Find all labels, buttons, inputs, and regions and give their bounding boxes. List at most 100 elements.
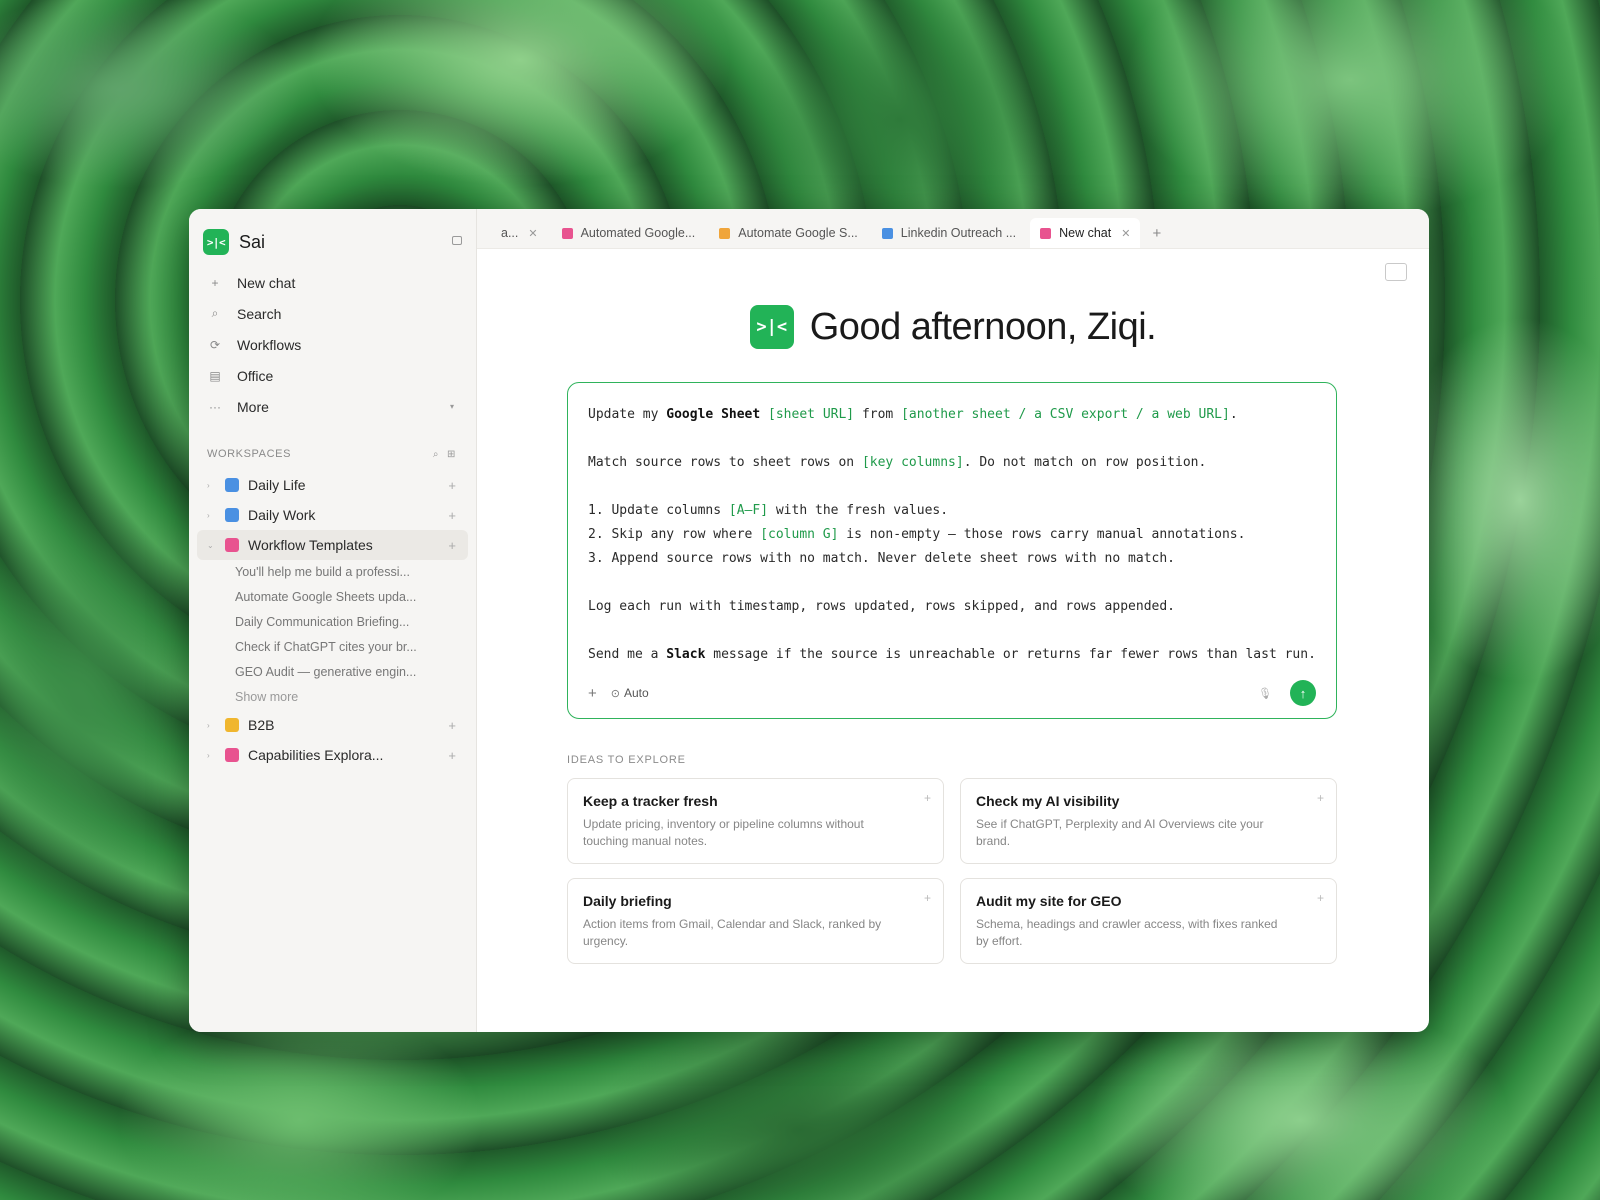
tab-color-icon <box>881 227 893 239</box>
mic-icon[interactable]: 🎙 <box>1258 687 1272 700</box>
tab-label: a... <box>501 226 519 240</box>
app-name: Sai <box>239 231 266 252</box>
workspace-label: Capabilities Explora... <box>248 747 384 763</box>
workspace-search-icon[interactable]: ⌕ <box>433 449 439 460</box>
prompt-text: message if the source is unreachable or … <box>705 647 1316 662</box>
workspace-label: B2B <box>248 717 275 733</box>
close-icon[interactable]: ✕ <box>528 227 537 240</box>
workspace-workflow-templates[interactable]: ⌄ Workflow Templates + <box>197 530 468 560</box>
prompt-text: with the fresh values. <box>768 503 949 518</box>
workflow-icon: ⟳ <box>209 337 221 352</box>
workspace-color-icon <box>225 508 239 522</box>
more-icon: ··· <box>209 399 221 414</box>
workspace-label: Daily Work <box>248 507 316 523</box>
chevron-right-icon[interactable]: › <box>207 721 217 730</box>
idea-title: Check my AI visibility <box>976 793 1120 809</box>
workspace-daily-work[interactable]: › Daily Work + <box>197 500 468 530</box>
mode-icon: ⊙ <box>610 687 620 700</box>
send-button[interactable]: ↑ <box>1290 680 1316 706</box>
sidebar-item-label: Search <box>237 305 282 322</box>
chevron-down-icon[interactable]: ⌄ <box>207 541 217 550</box>
list-item[interactable]: You'll help me build a professi... <box>235 560 435 585</box>
sidebar-item-more[interactable]: ··· More ▾ <box>197 391 468 422</box>
prompt-text: Update my <box>588 407 667 422</box>
list-item[interactable]: Check if ChatGPT cites your br... <box>235 635 435 660</box>
tab-2[interactable]: Automated Google... <box>552 218 706 248</box>
panel-toggle-icon[interactable] <box>1385 263 1407 281</box>
add-icon[interactable]: + <box>448 718 456 733</box>
workspace-b2b[interactable]: › B2B + <box>197 710 468 740</box>
add-icon[interactable]: + <box>1317 891 1324 905</box>
prompt-line-4: 2. Skip any row where [column G] is non-… <box>588 527 1245 542</box>
sidebar-item-search[interactable]: ⌕ Search <box>197 298 468 329</box>
sidebar-item-workflows[interactable]: ⟳ Workflows <box>197 329 468 360</box>
tab-4[interactable]: Linkedin Outreach ... <box>872 218 1026 248</box>
tab-label: Automated Google... <box>580 226 696 240</box>
composer-toolbar: + ⊙ Auto 🎙 ↑ <box>588 680 1316 706</box>
workspace-label: Daily Life <box>248 477 306 493</box>
tab-color-icon <box>719 227 731 239</box>
add-icon[interactable]: + <box>448 538 456 553</box>
mode-selector[interactable]: Auto <box>624 686 649 700</box>
prompt-text: is non-empty — those rows carry manual a… <box>838 527 1246 542</box>
sidebar-item-label: Office <box>237 367 274 384</box>
prompt-placeholder: [key columns] <box>861 455 964 470</box>
sidebar: >|< Sai + New chat ⌕ Search ⟳ Workflows … <box>189 209 477 1032</box>
add-icon[interactable]: + <box>924 791 931 805</box>
workspace-capabilities[interactable]: › Capabilities Explora... + <box>197 740 468 770</box>
attach-icon[interactable]: + <box>588 685 597 702</box>
sidebar-nav: + New chat ⌕ Search ⟳ Workflows ▤ Office… <box>197 267 468 422</box>
prompt-composer[interactable]: Update my Google Sheet [sheet URL] from … <box>567 382 1337 719</box>
tab-bar: a... ✕ Automated Google... Automate Goog… <box>477 209 1429 249</box>
idea-title: Audit my site for GEO <box>976 893 1122 909</box>
tab-1[interactable]: a... ✕ <box>491 218 548 248</box>
app-window: >|< Sai + New chat ⌕ Search ⟳ Workflows … <box>189 209 1429 1032</box>
list-item[interactable]: Automate Google Sheets upda... <box>235 585 435 610</box>
chevron-right-icon[interactable]: › <box>207 481 217 490</box>
tab-3[interactable]: Automate Google S... <box>709 218 868 248</box>
app-logo-icon: >|< <box>203 229 229 255</box>
list-item[interactable]: GEO Audit — generative engin... <box>235 660 435 685</box>
tab-color-icon <box>561 227 573 239</box>
prompt-bold: Google Sheet <box>666 407 761 422</box>
show-more-link[interactable]: Show more <box>235 685 435 710</box>
collapse-sidebar-icon[interactable] <box>452 236 462 245</box>
sidebar-item-label: New chat <box>237 274 296 291</box>
app-logo-icon: >|< <box>749 305 794 349</box>
prompt-placeholder: [column G] <box>760 527 839 542</box>
sidebar-item-office[interactable]: ▤ Office <box>197 360 468 391</box>
page-title: Good afternoon, Ziqi. <box>809 305 1157 348</box>
prompt-placeholder: [another sheet / a CSV export / a web UR… <box>901 407 1230 422</box>
prompt-input[interactable]: Update my Google Sheet [sheet URL] from … <box>588 403 1316 667</box>
workspace-label: Workflow Templates <box>248 537 373 553</box>
chevron-right-icon[interactable]: › <box>207 511 217 520</box>
list-item[interactable]: Daily Communication Briefing... <box>235 610 435 635</box>
add-icon[interactable]: + <box>448 478 456 493</box>
idea-card[interactable]: Keep a tracker fresh Update pricing, inv… <box>567 778 944 864</box>
tab-new-chat[interactable]: New chat ✕ <box>1030 218 1141 248</box>
prompt-text: 2. Skip any row where <box>588 527 761 542</box>
workspaces-tools: ⌕ ⊞ <box>433 449 456 460</box>
brand: >|< Sai <box>197 227 468 257</box>
workspace-color-icon <box>225 748 239 762</box>
sidebar-item-new-chat[interactable]: + New chat <box>197 267 468 298</box>
prompt-text: . Do not match on row position. <box>963 455 1207 470</box>
idea-card[interactable]: Daily briefing Action items from Gmail, … <box>567 878 944 964</box>
idea-card[interactable]: Audit my site for GEO Schema, headings a… <box>960 878 1337 964</box>
chevron-right-icon[interactable]: › <box>207 751 217 760</box>
add-icon[interactable]: + <box>448 508 456 523</box>
idea-card[interactable]: Check my AI visibility See if ChatGPT, P… <box>960 778 1337 864</box>
close-icon[interactable]: ✕ <box>1121 227 1130 240</box>
new-tab-icon[interactable]: + <box>1144 218 1161 248</box>
add-icon[interactable]: + <box>924 891 931 905</box>
ideas-title: IDEAS TO EXPLORE <box>567 754 686 766</box>
workspace-daily-life[interactable]: › Daily Life + <box>197 470 468 500</box>
prompt-text: Send me a <box>588 647 667 662</box>
chevron-down-icon: ▾ <box>449 402 454 411</box>
ideas-grid: Keep a tracker fresh Update pricing, inv… <box>567 778 1337 964</box>
workspace-grid-icon[interactable]: ⊞ <box>447 449 456 460</box>
add-icon[interactable]: + <box>448 748 456 763</box>
add-icon[interactable]: + <box>1317 791 1324 805</box>
greeting: >|< Good afternoon, Ziqi. <box>477 305 1429 349</box>
workspace-color-icon <box>225 478 239 492</box>
